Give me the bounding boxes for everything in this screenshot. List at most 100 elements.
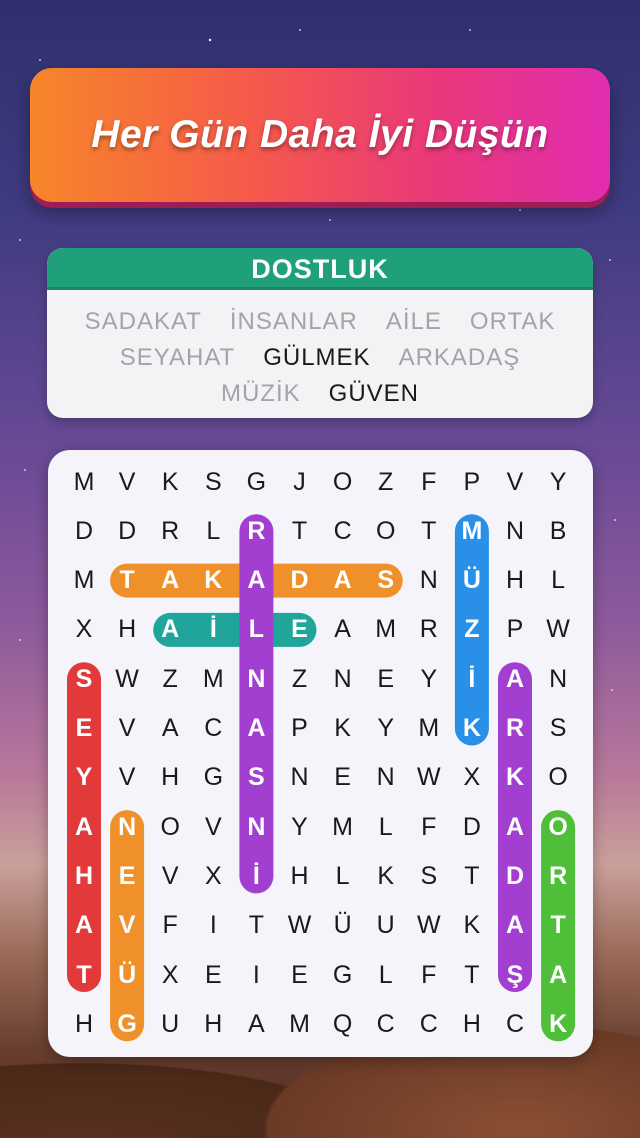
letter-cell[interactable]: N <box>321 655 365 704</box>
letter-cell[interactable]: F <box>407 458 451 507</box>
letter-cell[interactable]: R <box>407 605 451 654</box>
letter-cell[interactable]: H <box>62 852 106 901</box>
letter-cell[interactable]: O <box>321 458 365 507</box>
letter-cell[interactable]: T <box>278 507 322 556</box>
letter-cell[interactable]: N <box>105 803 149 852</box>
letter-cell[interactable]: W <box>278 901 322 950</box>
letter-cell[interactable]: Q <box>321 1000 365 1049</box>
letter-cell[interactable]: V <box>105 704 149 753</box>
letter-cell[interactable]: Ü <box>321 901 365 950</box>
letter-cell[interactable]: T <box>450 852 494 901</box>
letter-cell[interactable]: T <box>450 951 494 1000</box>
letter-cell[interactable]: A <box>493 901 537 950</box>
letter-cell[interactable]: F <box>407 951 451 1000</box>
letter-cell[interactable]: U <box>364 901 408 950</box>
letter-cell[interactable]: M <box>407 704 451 753</box>
letter-cell[interactable]: Y <box>278 803 322 852</box>
letter-cell[interactable]: L <box>321 852 365 901</box>
letter-cell[interactable]: I <box>234 951 278 1000</box>
letter-cell[interactable]: M <box>62 458 106 507</box>
letter-cell[interactable]: B <box>536 507 580 556</box>
letter-cell[interactable]: X <box>62 605 106 654</box>
letter-cell[interactable]: S <box>62 655 106 704</box>
letter-cell[interactable]: Ü <box>450 556 494 605</box>
letter-cell[interactable]: H <box>278 852 322 901</box>
letter-cell[interactable]: Y <box>62 753 106 802</box>
letter-cell[interactable]: T <box>105 556 149 605</box>
letter-cell[interactable]: L <box>536 556 580 605</box>
letter-cell[interactable]: A <box>234 1000 278 1049</box>
letter-cell[interactable]: E <box>364 655 408 704</box>
letter-cell[interactable]: E <box>62 704 106 753</box>
letter-cell[interactable]: N <box>364 753 408 802</box>
letter-cell[interactable]: I <box>191 901 235 950</box>
letter-cell[interactable]: K <box>450 901 494 950</box>
letter-cell[interactable]: A <box>234 556 278 605</box>
letter-cell[interactable]: X <box>191 852 235 901</box>
letter-cell[interactable]: E <box>278 951 322 1000</box>
letter-cell[interactable]: U <box>148 1000 192 1049</box>
letter-cell[interactable]: A <box>321 605 365 654</box>
letter-cell[interactable]: E <box>191 951 235 1000</box>
letter-cell[interactable]: P <box>450 458 494 507</box>
letter-cell[interactable]: N <box>234 803 278 852</box>
letter-cell[interactable]: Z <box>450 605 494 654</box>
letter-cell[interactable]: K <box>493 753 537 802</box>
letter-cell[interactable]: M <box>450 507 494 556</box>
letter-cell[interactable]: R <box>493 704 537 753</box>
letter-cell[interactable]: H <box>450 1000 494 1049</box>
letter-cell[interactable]: W <box>407 753 451 802</box>
letter-cell[interactable]: A <box>148 704 192 753</box>
letter-cell[interactable]: K <box>191 556 235 605</box>
letter-cell[interactable]: S <box>234 753 278 802</box>
letter-cell[interactable]: A <box>536 951 580 1000</box>
letter-cell[interactable]: A <box>234 704 278 753</box>
letter-cell[interactable]: G <box>191 753 235 802</box>
letter-cell[interactable]: C <box>364 1000 408 1049</box>
letter-cell[interactable]: O <box>148 803 192 852</box>
letter-cell[interactable]: N <box>536 655 580 704</box>
letter-cell[interactable]: J <box>278 458 322 507</box>
letter-cell[interactable]: W <box>407 901 451 950</box>
letter-cell[interactable]: R <box>234 507 278 556</box>
letter-cell[interactable]: H <box>105 605 149 654</box>
letter-cell[interactable]: Ü <box>105 951 149 1000</box>
letter-cell[interactable]: O <box>536 753 580 802</box>
letter-grid[interactable]: MVKSGJOZFPVYDDRLRTCOTMNBMTAKADASNÜHLXHAİ… <box>48 450 593 1057</box>
letter-cell[interactable]: A <box>62 901 106 950</box>
letter-cell[interactable]: V <box>105 458 149 507</box>
letter-cell[interactable]: C <box>493 1000 537 1049</box>
letter-cell[interactable]: A <box>62 803 106 852</box>
letter-cell[interactable]: L <box>191 507 235 556</box>
letter-cell[interactable]: T <box>407 507 451 556</box>
letter-cell[interactable]: A <box>148 556 192 605</box>
letter-cell[interactable]: D <box>62 507 106 556</box>
letter-cell[interactable]: A <box>321 556 365 605</box>
letter-cell[interactable]: E <box>321 753 365 802</box>
letter-cell[interactable]: Z <box>148 655 192 704</box>
letter-cell[interactable]: İ <box>450 655 494 704</box>
letter-cell[interactable]: M <box>364 605 408 654</box>
letter-cell[interactable]: T <box>62 951 106 1000</box>
letter-board[interactable]: MVKSGJOZFPVYDDRLRTCOTMNBMTAKADASNÜHLXHAİ… <box>48 450 593 1057</box>
letter-cell[interactable]: K <box>148 458 192 507</box>
letter-cell[interactable]: K <box>364 852 408 901</box>
letter-cell[interactable]: M <box>191 655 235 704</box>
letter-cell[interactable]: L <box>234 605 278 654</box>
letter-cell[interactable]: P <box>493 605 537 654</box>
letter-cell[interactable]: F <box>407 803 451 852</box>
letter-cell[interactable]: E <box>105 852 149 901</box>
letter-cell[interactable]: G <box>234 458 278 507</box>
letter-cell[interactable]: H <box>191 1000 235 1049</box>
letter-cell[interactable]: A <box>493 803 537 852</box>
letter-cell[interactable]: T <box>234 901 278 950</box>
letter-cell[interactable]: R <box>536 852 580 901</box>
letter-cell[interactable]: K <box>450 704 494 753</box>
letter-cell[interactable]: A <box>148 605 192 654</box>
letter-cell[interactable]: S <box>191 458 235 507</box>
letter-cell[interactable]: X <box>450 753 494 802</box>
letter-cell[interactable]: N <box>234 655 278 704</box>
letter-cell[interactable]: V <box>148 852 192 901</box>
letter-cell[interactable]: C <box>191 704 235 753</box>
letter-cell[interactable]: M <box>278 1000 322 1049</box>
